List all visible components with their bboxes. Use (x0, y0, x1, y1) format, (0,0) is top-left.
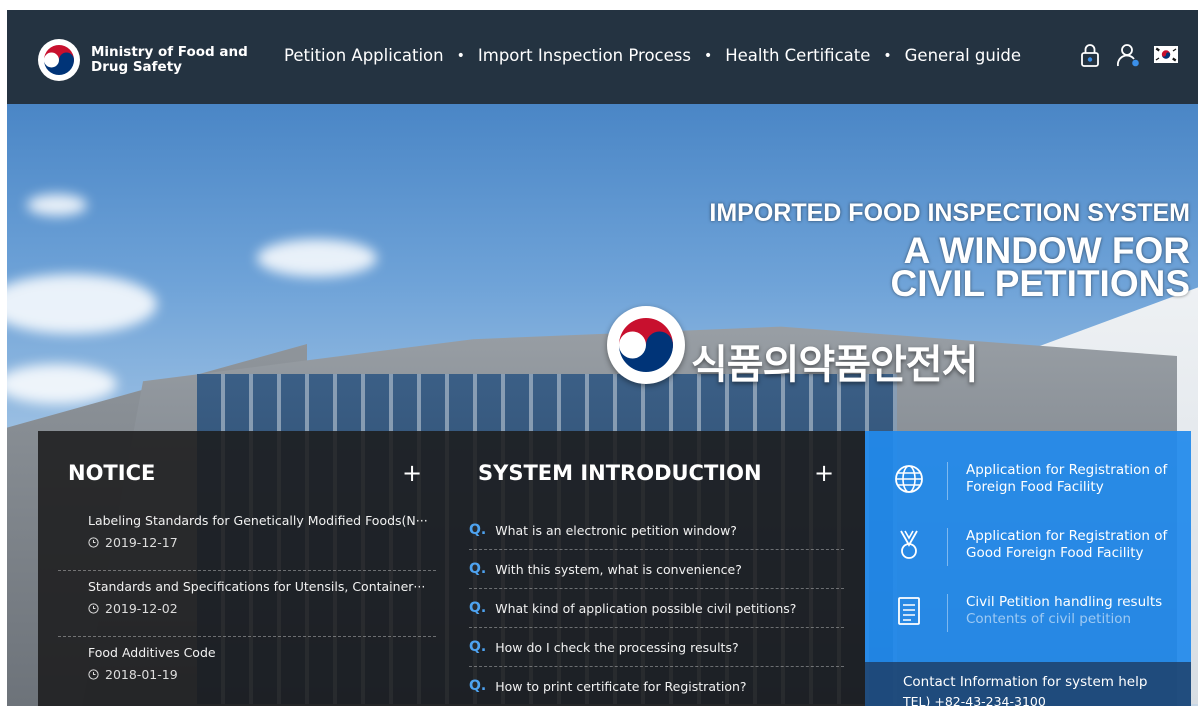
quick-link-line-2: Foreign Food Facility (966, 479, 1104, 495)
cloud (7, 274, 157, 334)
nav-separator: • (456, 47, 465, 64)
notice-item: Standards and Specifications for Utensil… (58, 579, 436, 637)
notice-item-title[interactable]: Food Additives Code (58, 645, 436, 660)
notice-item-title[interactable]: Labeling Standards for Genetically Modif… (58, 513, 436, 528)
notice-list: Labeling Standards for Genetically Modif… (58, 513, 436, 706)
faq-item[interactable]: Q. How to print certificate for Registra… (469, 667, 844, 705)
contact-tel[interactable]: TEL) +82-43-234-3100 (903, 694, 1046, 706)
globe-icon (895, 465, 923, 493)
user-icon[interactable] (1115, 42, 1141, 68)
quick-links-panel: Application for Registration of Foreign … (865, 431, 1191, 706)
hero-title: A WINDOW FOR CIVIL PETITIONS (890, 232, 1190, 304)
faq-q-mark: Q. (469, 600, 487, 616)
faq-question: How to print certificate for Registratio… (495, 678, 747, 694)
faq-item[interactable]: Q. With this system, what is convenience… (469, 550, 844, 589)
notice-item-date-row: 2019-12-17 (58, 535, 436, 550)
notice-more-button[interactable]: + (401, 461, 423, 485)
quick-link-foreign-facility[interactable]: Application for Registration of Foreign … (893, 462, 1183, 500)
building-emblem-icon (607, 306, 685, 384)
notice-title: NOTICE (68, 461, 156, 485)
contact-info: Contact Information for system help TEL)… (865, 662, 1191, 706)
header-icons (1077, 42, 1179, 68)
cloud (7, 364, 117, 404)
clock-icon (88, 537, 99, 548)
notice-item-date-row: 2018-01-19 (58, 667, 436, 682)
quick-link-line-2: Contents of civil petition (966, 611, 1132, 627)
divider (947, 462, 948, 500)
hero-subtitle: IMPORTED FOOD INSPECTION SYSTEM (709, 199, 1190, 227)
quick-link-good-foreign-facility[interactable]: Application for Registration of Good For… (893, 528, 1183, 566)
faq-item[interactable]: Q. What kind of application possible civ… (469, 589, 844, 628)
logo-line-2: Drug Safety (91, 59, 182, 75)
notice-item-date-row: 2019-12-02 (58, 601, 436, 616)
faq-item[interactable]: Q. What is an electronic petition window… (469, 511, 844, 550)
logo-text: Ministry of Food and Drug Safety (91, 45, 248, 75)
clock-icon (88, 603, 99, 614)
main-nav: Petition Application • Import Inspection… (284, 46, 1021, 65)
faq-q-mark: Q. (469, 678, 487, 694)
faq-q-mark: Q. (469, 561, 487, 577)
quick-link-line-1: Application for Registration of (966, 462, 1168, 478)
document-icon (898, 597, 920, 625)
notice-item: Labeling Standards for Genetically Modif… (58, 513, 436, 571)
faq-question: What kind of application possible civil … (495, 600, 797, 616)
notice-item-date: 2018-01-19 (105, 667, 178, 682)
nav-health-certificate[interactable]: Health Certificate (725, 46, 870, 65)
faq-question: With this system, what is convenience? (495, 561, 742, 577)
cloud (257, 239, 377, 277)
divider (947, 528, 948, 566)
building-sign-text: 식품의약품안전처 (691, 342, 978, 388)
quick-link-line-2: Good Foreign Food Facility (966, 545, 1144, 561)
quick-link-civil-petition-results[interactable]: Civil Petition handling results Contents… (893, 594, 1183, 632)
system-intro-title: SYSTEM INTRODUCTION (478, 461, 762, 485)
page-frame: Ministry of Food and Drug Safety Petitio… (7, 10, 1198, 706)
nav-separator: • (703, 47, 713, 64)
notice-item-title[interactable]: Standards and Specifications for Utensil… (58, 579, 436, 594)
top-header: Ministry of Food and Drug Safety Petitio… (7, 10, 1198, 104)
faq-question: How do I check the processing results? (495, 639, 739, 655)
faq-q-mark: Q. (469, 639, 487, 655)
faq-question: What is an electronic petition window? (495, 522, 737, 538)
faq-list: Q. What is an electronic petition window… (469, 511, 844, 705)
nav-import-inspection-process[interactable]: Import Inspection Process (478, 46, 691, 65)
notice-item: Food Additives Code 2018-01-19 (58, 645, 436, 702)
lock-icon[interactable] (1077, 42, 1103, 68)
ministry-logo[interactable]: Ministry of Food and Drug Safety (37, 38, 248, 82)
system-intro-more-button[interactable]: + (813, 461, 835, 485)
faq-q-mark: Q. (469, 522, 487, 538)
nav-petition-application[interactable]: Petition Application (284, 46, 444, 65)
quick-link-text: Application for Registration of Foreign … (966, 462, 1167, 496)
clock-icon (88, 669, 99, 680)
quick-link-line-1: Application for Registration of (966, 528, 1168, 544)
nav-separator: • (883, 47, 892, 64)
taegeuk-logo-icon (38, 39, 80, 81)
notice-item-date: 2019-12-17 (105, 535, 178, 550)
quick-link-text: Civil Petition handling results Contents… (966, 594, 1162, 628)
medal-icon (900, 530, 918, 559)
info-panel: NOTICE + Labeling Standards for Genetica… (38, 431, 865, 706)
cloud (27, 194, 87, 216)
quick-link-text: Application for Registration of Good For… (966, 528, 1167, 562)
contact-title: Contact Information for system help (903, 674, 1148, 690)
faq-item[interactable]: Q. How do I check the processing results… (469, 628, 844, 667)
hero-title-line-2: CIVIL PETITIONS (890, 263, 1190, 304)
quick-link-line-1: Civil Petition handling results (966, 594, 1163, 610)
nav-general-guide[interactable]: General guide (905, 46, 1021, 65)
notice-item-date: 2019-12-02 (105, 601, 178, 616)
korean-flag-icon[interactable] (1153, 42, 1179, 68)
logo-line-1: Ministry of Food and (91, 44, 248, 60)
divider (947, 594, 948, 632)
